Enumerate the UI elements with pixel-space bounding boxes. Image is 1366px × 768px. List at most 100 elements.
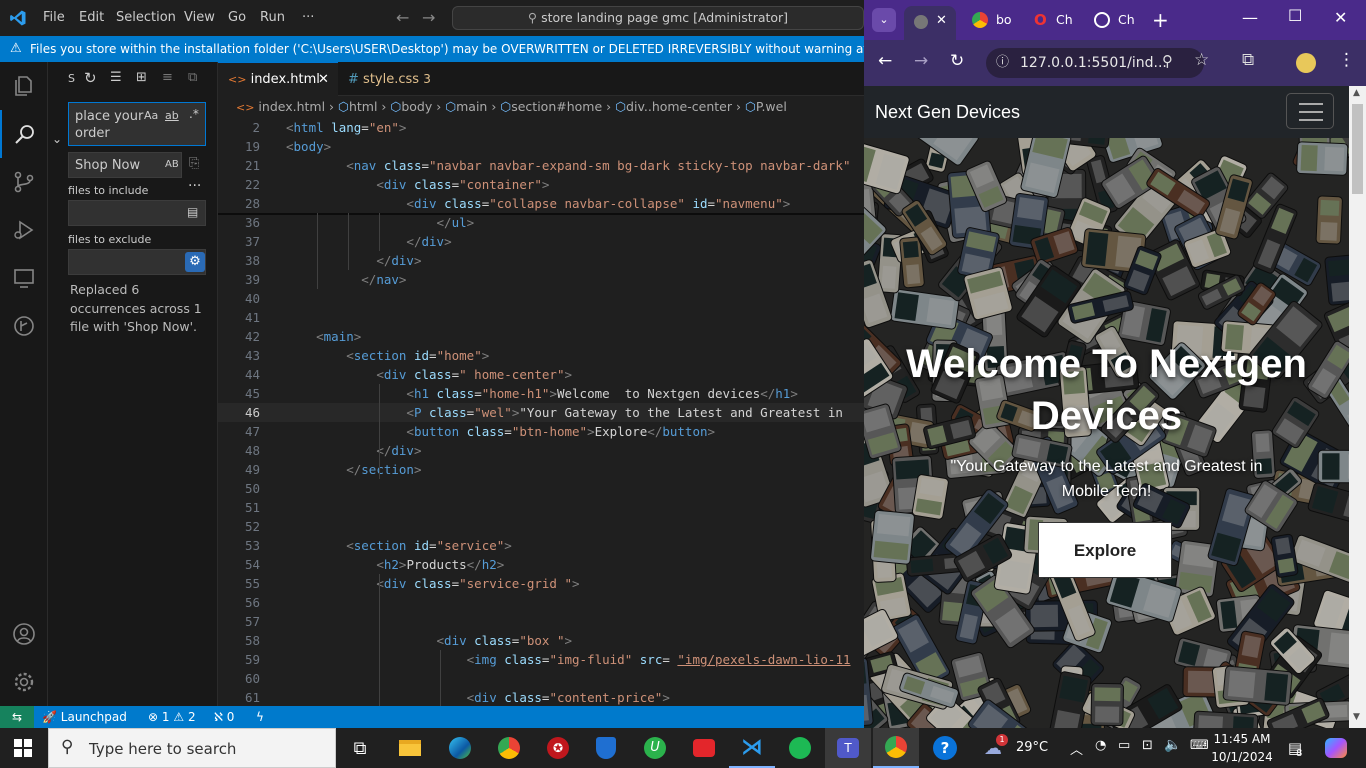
meet-now-icon[interactable]: ⊡	[1142, 738, 1153, 753]
lightning-icon[interactable]: ϟ	[256, 706, 264, 728]
new-tab-icon[interactable]: +	[1152, 8, 1169, 32]
browser-tab[interactable]: bo	[964, 8, 1020, 34]
site-info-icon[interactable]: ⓘ	[996, 48, 1009, 78]
sticky-scroll-line[interactable]: 19 <body>	[218, 137, 864, 156]
breadcrumb-item[interactable]: main	[456, 99, 487, 114]
menu-selection[interactable]: Selection	[116, 10, 176, 25]
scroll-up-icon[interactable]: ▲	[1353, 88, 1360, 98]
forward-icon[interactable]: →	[914, 51, 928, 71]
code-line[interactable]: 50	[218, 479, 864, 498]
code-line[interactable]: 38 </div>	[218, 251, 864, 270]
explorer-icon[interactable]	[0, 62, 48, 110]
code-line[interactable]: 59 <img class="img-fluid" src= "img/pexe…	[218, 650, 864, 669]
code-line[interactable]: 37 </div>	[218, 232, 864, 251]
code-line[interactable]: 47 <button class="btn-home">Explore</but…	[218, 422, 864, 441]
code-line[interactable]: 60	[218, 669, 864, 688]
command-center-search[interactable]: ⚲ store landing page gmc [Administrator]	[452, 6, 864, 30]
replace-all-icon[interactable]: ☰	[110, 70, 122, 85]
menu-go[interactable]: Go	[228, 10, 246, 25]
settings-gear-icon[interactable]	[0, 658, 48, 706]
code-line[interactable]: 52	[218, 517, 864, 536]
menu-file[interactable]: File	[43, 10, 65, 25]
back-icon[interactable]: ←	[878, 51, 892, 71]
scroll-down-icon[interactable]: ▼	[1353, 712, 1360, 722]
bookmark-star-icon[interactable]: ☆	[1194, 50, 1209, 70]
tab-search-chevron-icon[interactable]: ⌄	[872, 8, 896, 32]
chrome-active-icon[interactable]	[873, 728, 919, 768]
battery-icon[interactable]: ▭	[1118, 738, 1130, 753]
wifi-icon[interactable]: ◔	[1095, 738, 1106, 753]
sticky-scroll-line[interactable]: 28 <div class="collapse navbar-collapse"…	[218, 194, 864, 213]
search-input[interactable]: place your order Aa ab .*	[68, 102, 206, 146]
replace-all-button-icon[interactable]: ⎘	[189, 156, 199, 171]
notifications-icon[interactable]: ▤ 8	[1278, 728, 1312, 768]
code-line[interactable]: 43 <section id="home">	[218, 346, 864, 365]
close-tab-icon[interactable]: ✕	[318, 63, 329, 97]
collapse-all-icon[interactable]: ≡	[162, 70, 173, 85]
copilot-icon[interactable]	[1316, 728, 1356, 768]
maximize-icon[interactable]: ☐	[1288, 6, 1302, 25]
forward-arrow-icon[interactable]: →	[422, 8, 435, 27]
match-case-icon[interactable]: Aa	[144, 109, 158, 122]
run-debug-icon[interactable]	[0, 206, 48, 254]
open-editors-only-icon[interactable]: ▤	[187, 205, 198, 219]
code-line[interactable]: 54 <h2>Products</h2>	[218, 555, 864, 574]
code-line[interactable]: 58 <div class="box ">	[218, 631, 864, 650]
accounts-icon[interactable]	[0, 610, 48, 658]
use-exclude-settings-icon[interactable]: ⚙	[185, 252, 205, 272]
edge-icon[interactable]	[437, 728, 483, 768]
security-app-icon[interactable]: ✪	[535, 728, 581, 768]
code-line[interactable]: 49 </section>	[218, 460, 864, 479]
taskbar-search-box[interactable]: ⚲ Type here to search	[48, 728, 336, 768]
screen-recorder-icon[interactable]	[681, 728, 727, 768]
breadcrumb-item[interactable]: P.wel	[756, 99, 787, 114]
files-exclude-input[interactable]: ⚙	[68, 249, 206, 275]
page-scrollbar[interactable]: ▲ ▼	[1349, 86, 1366, 728]
remote-indicator-icon[interactable]: ⇆	[0, 706, 34, 728]
vscode-taskbar-icon[interactable]: ⋊	[729, 728, 775, 768]
start-windows-icon[interactable]	[0, 728, 46, 768]
code-line[interactable]: 61 <div class="content-price">	[218, 688, 864, 706]
breadcrumb-item[interactable]: section#home	[511, 99, 602, 114]
teams-icon[interactable]: T	[825, 728, 871, 768]
problems-status-item[interactable]: ⊗ 1 ⚠ 2	[148, 706, 196, 728]
new-search-editor-icon[interactable]: ⊞	[136, 70, 147, 85]
scrollbar-thumb[interactable]	[1352, 104, 1363, 194]
file-explorer-icon[interactable]	[387, 728, 433, 768]
back-arrow-icon[interactable]: ←	[396, 8, 409, 27]
upwork-icon[interactable]: U	[632, 728, 678, 768]
code-line[interactable]: 53 <section id="service">	[218, 536, 864, 555]
defender-shield-icon[interactable]	[583, 728, 629, 768]
menu-view[interactable]: View	[184, 10, 215, 25]
profile-avatar[interactable]	[1296, 53, 1316, 73]
sticky-scroll-line[interactable]: 22 <div class="container">	[218, 175, 864, 194]
browser-tab-active[interactable]: ✕	[904, 6, 956, 40]
volume-icon[interactable]: 🔈	[1164, 737, 1181, 753]
breadcrumb-item[interactable]: body	[401, 99, 432, 114]
browser-menu-icon[interactable]: ⋮	[1338, 50, 1355, 70]
refresh-icon[interactable]: ↻	[84, 69, 97, 87]
code-line[interactable]: 55 <div class="service-grid ">	[218, 574, 864, 593]
zoom-icon[interactable]: ⚲	[1162, 52, 1173, 70]
breadcrumb-item[interactable]: index.html	[258, 99, 325, 114]
weather-widget[interactable]: ☁ 1 29°C	[980, 728, 1054, 768]
source-control-icon[interactable]	[0, 158, 48, 206]
code-line[interactable]: 40	[218, 289, 864, 308]
menu-run[interactable]: Run	[260, 10, 285, 25]
help-icon[interactable]: ?	[922, 728, 968, 768]
breadcrumb-item[interactable]: html	[349, 99, 377, 114]
minimize-icon[interactable]: —	[1242, 8, 1258, 27]
menu-more[interactable]: ···	[302, 10, 314, 25]
reload-icon[interactable]: ↻	[950, 51, 964, 71]
remote-explorer-icon[interactable]	[0, 254, 48, 302]
toggle-replace-chevron-icon[interactable]: ⌄	[52, 132, 62, 146]
task-view-icon[interactable]: ⧉	[337, 728, 383, 768]
sticky-scroll-line[interactable]: 21 <nav class="navbar navbar-expand-sm b…	[218, 156, 864, 175]
menu-edit[interactable]: Edit	[79, 10, 104, 25]
code-line[interactable]: 44 <div class=" home-center">	[218, 365, 864, 384]
code-line[interactable]: 48 </div>	[218, 441, 864, 460]
navbar-toggler[interactable]	[1286, 93, 1334, 129]
more-options-icon[interactable]: ···	[188, 178, 201, 194]
tab-style-css[interactable]: # style.css 3	[338, 62, 458, 96]
code-line[interactable]: 39 </nav>	[218, 270, 864, 289]
